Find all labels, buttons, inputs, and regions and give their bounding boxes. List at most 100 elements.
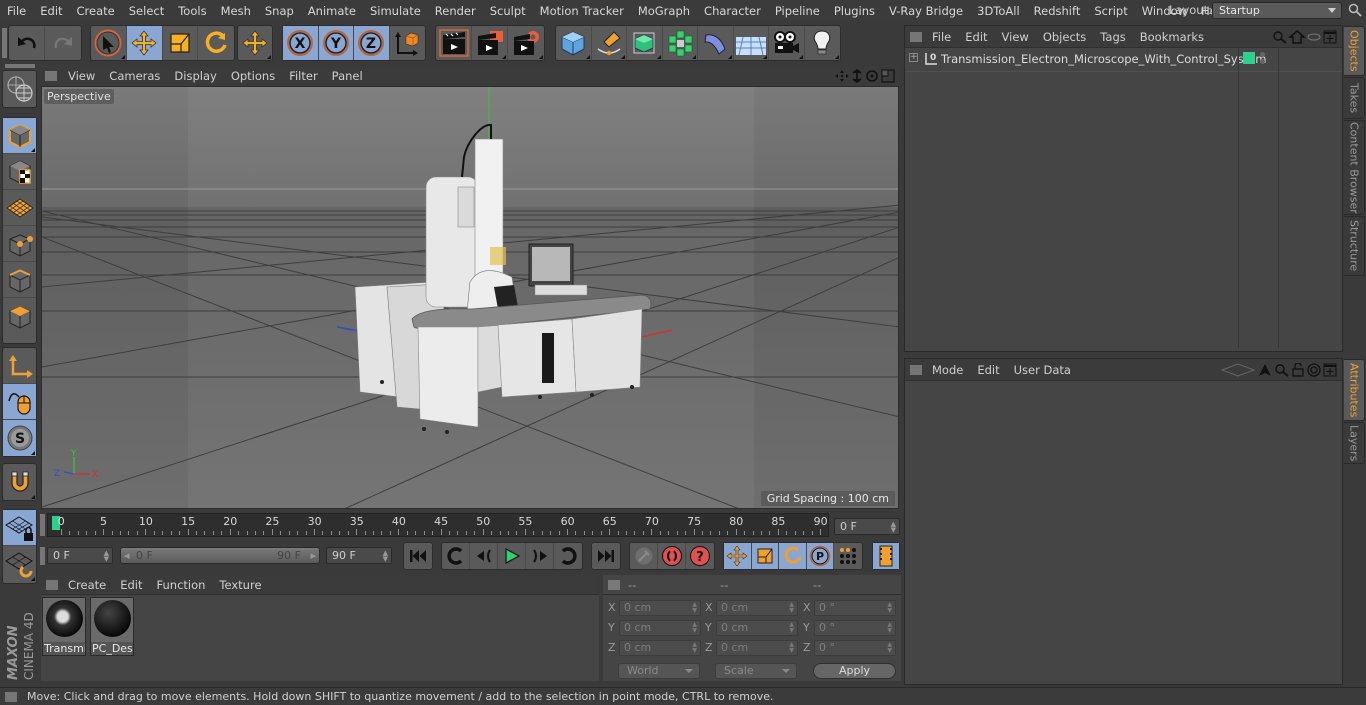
viewport-menu-view[interactable]: View [61, 69, 102, 83]
material-swatch[interactable]: Transmi [42, 597, 86, 656]
spinner-icon[interactable]: ▲ ▼ [789, 602, 794, 614]
previous-frame-button[interactable] [470, 543, 498, 569]
edges-mode-button[interactable] [3, 262, 36, 298]
tab-takes[interactable]: Takes [1344, 77, 1365, 119]
menu-vray-bridge[interactable]: V-Ray Bridge [882, 4, 970, 18]
coordinate-size-field[interactable]: 0 cm ▲ ▼ [716, 620, 798, 636]
apply-button[interactable]: Apply [813, 663, 896, 679]
workplane-mode-button[interactable] [3, 190, 36, 226]
render-view-button[interactable] [436, 26, 472, 60]
tab-content-browser[interactable]: Content Browser [1344, 120, 1365, 215]
coordinate-pos-field[interactable]: 0 cm ▲ ▼ [619, 640, 701, 656]
material-swatch[interactable]: PC_Desk [90, 597, 134, 656]
menu-file[interactable]: File [0, 4, 33, 18]
render-visibility-dot[interactable] [1260, 59, 1265, 64]
menu-create[interactable]: Create [70, 4, 122, 18]
spinner-icon[interactable]: ▲ ▼ [887, 602, 892, 614]
workplane-lock-button[interactable] [3, 510, 36, 546]
viewport-menu-options[interactable]: Options [224, 69, 282, 83]
coordinate-rot-field[interactable]: 0 ° ▲ ▼ [814, 620, 896, 636]
subdivision-button[interactable] [627, 26, 663, 60]
object-menu-view[interactable]: View [995, 30, 1036, 44]
make-editable-button[interactable] [3, 71, 36, 107]
layout-select[interactable]: Startup [1212, 2, 1342, 19]
viewport-menu-panel[interactable]: Panel [325, 69, 370, 83]
viewport-grip[interactable] [45, 70, 57, 81]
end-frame-field[interactable]: 90 F ▲ ▼ [326, 547, 392, 564]
toolbar-grip[interactable] [2, 28, 7, 58]
polygons-mode-button[interactable] [3, 298, 36, 334]
spinner-icon[interactable]: ▲ ▼ [789, 642, 794, 654]
menu-simulate[interactable]: Simulate [363, 4, 428, 18]
go-to-end-button[interactable] [592, 543, 620, 569]
new-panel-icon[interactable] [1322, 30, 1338, 44]
zoom-icon[interactable] [850, 68, 864, 83]
material-grip[interactable] [46, 579, 58, 590]
move-tool-button[interactable] [126, 26, 163, 60]
recent-tool-button[interactable] [238, 26, 272, 60]
texture-mode-button[interactable] [3, 154, 36, 190]
record-parameter-button[interactable]: P [806, 543, 835, 569]
navigate-up-icon[interactable] [1256, 363, 1274, 377]
cloner-button[interactable] [663, 26, 698, 60]
coordinate-pos-field[interactable]: 0 cm ▲ ▼ [619, 620, 701, 636]
material-menu-edit[interactable]: Edit [113, 578, 149, 592]
object-menu-bookmarks[interactable]: Bookmarks [1133, 30, 1211, 44]
current-frame-field[interactable]: 0 F ▲ ▼ [834, 518, 900, 535]
menu-3dtoall[interactable]: 3DToAll [970, 4, 1027, 18]
coordinate-rot-field[interactable]: 0 ° ▲ ▼ [814, 600, 896, 616]
light-button[interactable] [805, 26, 840, 60]
viewport-menu-filter[interactable]: Filter [282, 69, 324, 83]
search-icon[interactable] [1348, 3, 1362, 17]
menu-render[interactable]: Render [428, 4, 483, 18]
z-axis-lock-button[interactable]: Z [354, 26, 390, 60]
material-menu-function[interactable]: Function [150, 578, 213, 592]
menu-mesh[interactable]: Mesh [214, 4, 258, 18]
menu-sculpt[interactable]: Sculpt [483, 4, 533, 18]
axis-mode-button[interactable] [3, 348, 36, 384]
target-icon[interactable] [1306, 362, 1322, 377]
point-level-animation-button[interactable] [834, 543, 862, 569]
tab-layers[interactable]: Layers [1344, 422, 1365, 464]
spinner-icon[interactable]: ▲ ▼ [789, 622, 794, 634]
menu-snap[interactable]: Snap [258, 4, 301, 18]
frame-range-slider[interactable]: ◂ 0 F 90 F ▸ [120, 547, 320, 564]
autokey-button[interactable] [658, 543, 686, 569]
timeline-ruler[interactable]: 0 5 10 15 20 25 30 35 40 45 50 55 60 65 70 75 80 85 90 [47, 513, 829, 537]
attribute-grip[interactable] [910, 364, 922, 375]
menu-script[interactable]: Script [1087, 4, 1134, 18]
menu-character[interactable]: Character [697, 4, 768, 18]
start-frame-field[interactable]: 0 F ▲ ▼ [47, 547, 113, 564]
editor-visibility-dot[interactable] [1260, 52, 1265, 57]
solo-mode-button[interactable]: S [3, 420, 36, 456]
record-button[interactable] [630, 543, 658, 569]
environment-button[interactable] [734, 26, 769, 60]
render-picture-viewer-button[interactable] [472, 26, 508, 60]
coordinate-size-field[interactable]: 0 cm ▲ ▼ [716, 640, 798, 656]
spinner-icon[interactable]: ▲ ▼ [383, 550, 388, 563]
pen-button[interactable] [592, 26, 627, 60]
viewport-menu-display[interactable]: Display [167, 69, 223, 83]
playback-grip[interactable] [40, 547, 45, 565]
coordinate-mode-select[interactable]: World [618, 663, 700, 679]
layer-color-tag[interactable] [1243, 52, 1255, 64]
attribute-menu-edit[interactable]: Edit [970, 363, 1006, 377]
spinner-icon[interactable]: ▲ ▼ [692, 642, 697, 654]
lock-icon[interactable] [1290, 362, 1306, 377]
render-settings-button[interactable] [508, 26, 544, 60]
attribute-menu-user-data[interactable]: User Data [1007, 363, 1078, 377]
workplane-rotate-button[interactable] [3, 546, 36, 582]
camera-label[interactable]: Perspective [44, 89, 114, 104]
spinner-icon[interactable]: ▲ ▼ [887, 642, 892, 654]
cube-button[interactable] [556, 26, 592, 60]
tab-structure[interactable]: Structure [1344, 216, 1365, 276]
spinner-icon[interactable]: ▲ ▼ [692, 622, 697, 634]
range-left-arrow-icon[interactable]: ◂ [124, 548, 130, 563]
object-name[interactable]: Transmission_Electron_Microscope_With_Co… [941, 52, 1266, 66]
model-mode-button[interactable] [3, 118, 36, 154]
range-right-arrow-icon[interactable]: ▸ [310, 548, 316, 563]
viewport-menu-cameras[interactable]: Cameras [102, 69, 167, 83]
previous-key-button[interactable] [442, 543, 470, 569]
play-button[interactable] [498, 543, 526, 569]
object-grip[interactable] [910, 31, 922, 42]
